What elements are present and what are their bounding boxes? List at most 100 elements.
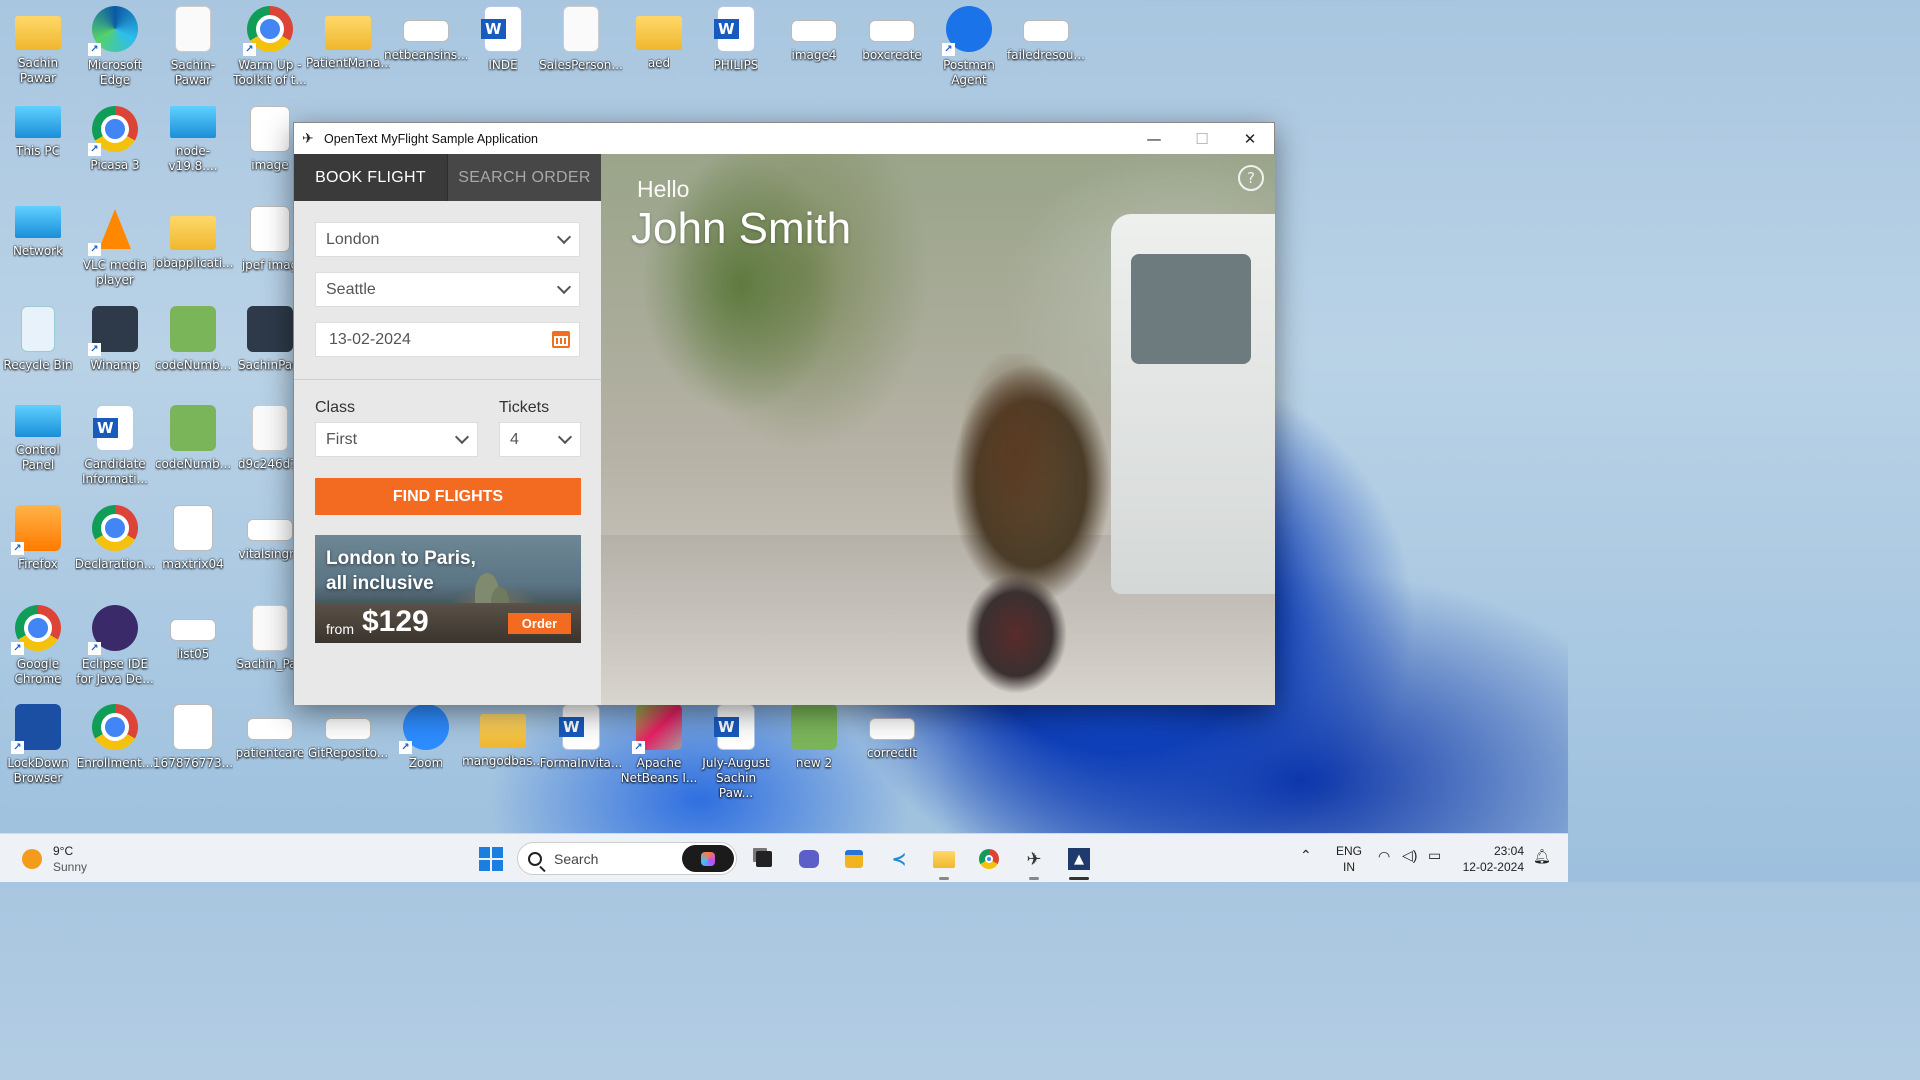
desktop-icon-label: Network [12, 244, 64, 258]
desktop-icon[interactable]: Apache NetBeans I... [620, 704, 698, 786]
desktop-icon[interactable]: Recycle Bin [0, 306, 77, 373]
azure-icon[interactable]: ▲ [1064, 844, 1094, 880]
desktop-icon[interactable]: LockDown Browser [0, 704, 77, 786]
desktop-icon[interactable]: W July-August Sachin Paw... [697, 704, 775, 801]
desktop-icon[interactable]: node-v19.8.... [154, 106, 232, 174]
desktop-icon[interactable]: aed [620, 6, 698, 71]
desktop-icon-label: aed [647, 56, 671, 70]
desktop-icon[interactable]: Declaration... [75, 505, 155, 572]
title-bar[interactable]: ✈ OpenText MyFlight Sample Application —… [294, 123, 1274, 154]
weather-widget[interactable]: 9°C Sunny [22, 843, 87, 875]
tab-search-order[interactable]: SEARCH ORDER [447, 154, 601, 201]
wifi-icon[interactable]: ◠ [1378, 848, 1390, 865]
myflight-app-icon[interactable]: ✈ [1019, 844, 1049, 880]
task-view-icon[interactable] [749, 844, 779, 874]
desktop-icon[interactable]: SalesPerson... [539, 6, 623, 73]
desktop-icon[interactable]: maxtrix04 [154, 505, 232, 572]
notification-bell-icon[interactable]: 🔔︎ [1533, 848, 1551, 865]
promo-order-button[interactable]: Order [508, 613, 571, 634]
close-button[interactable]: ✕ [1227, 123, 1273, 154]
chrome-icon[interactable] [974, 844, 1004, 874]
desktop-icon[interactable]: jobapplicati... [153, 206, 234, 271]
tickets-select[interactable]: 4 [499, 422, 581, 457]
desktop-icon[interactable]: correctIt [853, 704, 931, 761]
desktop-icon[interactable]: Picasa 3 [76, 106, 154, 173]
desktop-icon[interactable]: mangodbas... [462, 704, 544, 769]
copilot-icon[interactable] [682, 845, 734, 872]
class-select[interactable]: First [315, 422, 478, 457]
desktop-icon[interactable]: boxcreate [853, 6, 931, 63]
desktop-icon[interactable]: Google Chrome [0, 605, 77, 687]
recycle-bin-icon [21, 306, 55, 352]
folder-icon [325, 16, 371, 50]
file-explorer-icon[interactable] [929, 844, 959, 880]
hero-image: Hello John Smith ? [601, 154, 1275, 705]
chevron-up-icon[interactable]: ⌃ [1300, 847, 1312, 864]
chrome-icon [11, 605, 61, 655]
desktop-icon-label: Winamp [90, 358, 140, 372]
desktop-icon[interactable]: Network [0, 206, 77, 259]
hero-rider-hair [961, 354, 1071, 554]
desktop-icon[interactable]: list05 [154, 605, 232, 662]
desktop-icon-label: image [251, 158, 289, 172]
folder-icon [636, 16, 682, 50]
help-icon[interactable]: ? [1238, 165, 1264, 191]
find-flights-button[interactable]: FIND FLIGHTS [315, 478, 581, 515]
store-icon[interactable] [839, 844, 869, 874]
image-icon [325, 718, 371, 740]
desktop-icon[interactable]: Firefox [0, 505, 77, 572]
minimize-button[interactable]: — [1131, 123, 1177, 154]
start-button[interactable] [476, 844, 506, 874]
clock-time: 23:04 [1493, 844, 1524, 858]
desktop-icon[interactable]: Winamp [76, 306, 154, 373]
desktop-icon[interactable]: failedresou... [1007, 6, 1085, 63]
desktop-icon[interactable]: GitReposito... [307, 704, 389, 761]
desktop-icon-label: PHILIPS [713, 58, 759, 72]
taskbar-search[interactable]: Search [517, 842, 737, 875]
to-city-select[interactable]: Seattle [315, 272, 580, 307]
desktop-icon[interactable]: PatientMana... [306, 6, 390, 71]
desktop-icon[interactable]: Control Panel [0, 405, 77, 473]
desktop-icon[interactable]: codeNumb... [154, 405, 232, 472]
postman-icon [942, 6, 992, 56]
maximize-button[interactable]: ☐ [1179, 123, 1225, 154]
desktop-icon[interactable]: image4 [775, 6, 853, 63]
desktop-icon[interactable]: Sachin Pawar [0, 6, 77, 86]
clock-date: 12-02-2024 [1462, 860, 1524, 874]
date-value: 13-02-2024 [329, 330, 411, 348]
desktop-icon[interactable]: W PHILIPS [697, 6, 775, 73]
desktop-icon[interactable]: codeNumb... [154, 306, 232, 373]
language-line2: IN [1343, 860, 1355, 874]
desktop-icon[interactable]: This PC [0, 106, 77, 159]
desktop-icon[interactable]: new 2 [775, 704, 853, 771]
promo-banner[interactable]: London to Paris, all inclusive from $129… [315, 535, 581, 643]
desktop-icon[interactable]: Enrollment... [76, 704, 154, 771]
desktop-icon[interactable]: W Candidate Informati... [76, 405, 154, 487]
desktop-icon[interactable]: Postman Agent [930, 6, 1008, 88]
date-field[interactable]: 13-02-2024 [315, 322, 580, 357]
calendar-icon[interactable] [552, 331, 570, 348]
desktop-icon[interactable]: W INDE [464, 6, 542, 73]
clock[interactable]: 23:04 12-02-2024 [1460, 843, 1524, 875]
desktop-icon[interactable]: 167876773... [153, 704, 233, 771]
volume-icon[interactable]: ◁) [1402, 847, 1417, 864]
desktop-icon[interactable]: Microsoft Edge [76, 6, 154, 88]
desktop-icon[interactable]: Sachin-Pawar [154, 6, 232, 88]
desktop-icon[interactable]: Warm Up - Toolkit of t... [231, 6, 309, 88]
desktop-icon[interactable]: W FormaInvita... [540, 704, 622, 771]
language-indicator[interactable]: ENG IN [1336, 843, 1362, 875]
vscode-icon[interactable]: ≺ [884, 844, 914, 874]
desktop-icon[interactable]: Eclipse IDE for Java De... [76, 605, 154, 687]
to-city-value: Seattle [326, 280, 376, 298]
desktop-icon[interactable]: patientcare [231, 704, 309, 761]
promo-headline: London to Paris, all inclusive [326, 546, 476, 596]
battery-icon[interactable]: ▭ [1428, 847, 1441, 864]
tab-book-flight[interactable]: BOOK FLIGHT [294, 154, 447, 201]
document-icon [563, 6, 599, 52]
from-city-select[interactable]: London [315, 222, 580, 257]
desktop-icon[interactable]: VLC media player [76, 206, 154, 288]
desktop-icon[interactable]: netbeansins... [384, 6, 468, 63]
desktop-icon-label: GitReposito... [307, 746, 389, 760]
desktop-icon[interactable]: Zoom [387, 704, 465, 771]
teams-icon[interactable] [794, 844, 824, 874]
